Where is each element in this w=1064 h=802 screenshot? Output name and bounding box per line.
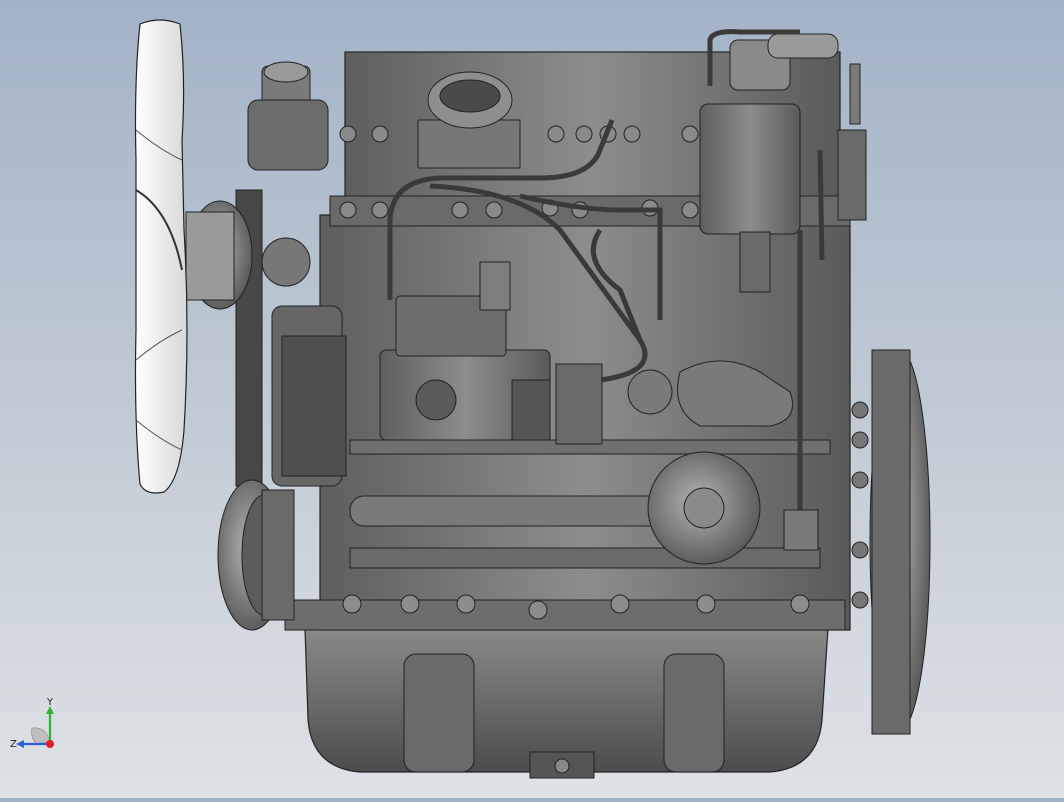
engine-model[interactable] — [0, 0, 1064, 798]
thermostat-housing[interactable] — [247, 61, 329, 171]
water-pump-pulley[interactable] — [185, 200, 253, 310]
cooling-fan[interactable] — [134, 19, 188, 494]
crank-pulley[interactable] — [217, 479, 295, 631]
y-axis-label: Y — [46, 698, 54, 708]
flywheel[interactable] — [851, 349, 931, 735]
oil-pan[interactable] — [304, 627, 829, 779]
orientation-triad[interactable]: Y Z — [8, 698, 68, 758]
intake-flange[interactable] — [417, 71, 521, 169]
z-axis-label: Z — [10, 739, 17, 750]
origin-x-axis — [46, 740, 54, 748]
cad-3d-viewport[interactable]: Y Z — [0, 0, 1064, 798]
